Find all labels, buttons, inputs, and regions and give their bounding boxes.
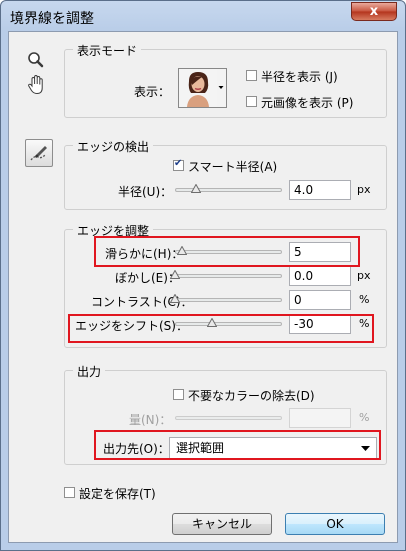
- window-title: 境界線を調整: [10, 11, 94, 27]
- view-mode-group: 表示モード 表示： 半径を表示 (J) 元画像を表示 (P): [64, 42, 387, 118]
- remember-settings-label[interactable]: 設定を保存(T): [79, 485, 156, 502]
- hand-tool-icon[interactable]: [26, 74, 48, 96]
- amount-label: 量(N)：: [129, 413, 172, 427]
- view-mode-title: 表示モード: [73, 42, 142, 59]
- feather-value-field[interactable]: 0.0: [289, 266, 351, 286]
- amount-unit: %: [359, 411, 370, 424]
- ok-button[interactable]: OK: [285, 513, 385, 535]
- display-label: 表示：: [134, 85, 171, 99]
- decontaminate-label[interactable]: 不要なカラーの除去(D): [188, 387, 315, 404]
- zoom-tool-icon[interactable]: [26, 51, 46, 69]
- amount-value-field: [289, 408, 351, 428]
- show-original-checkbox[interactable]: [246, 96, 257, 107]
- output-title: 出力: [73, 363, 106, 380]
- show-radius-label[interactable]: 半径を表示 (J): [261, 68, 338, 85]
- close-button[interactable]: x: [351, 2, 397, 21]
- view-mode-dropdown[interactable]: [217, 68, 227, 108]
- dialog-body: 表示モード 表示： 半径を表示 (J) 元画像を表示 (P) エッジの検出 ✔ …: [8, 31, 398, 543]
- amount-slider: [175, 416, 282, 420]
- radius-label: 半径(U)：: [118, 185, 173, 199]
- feather-slider[interactable]: [175, 274, 282, 278]
- view-preview-thumbnail[interactable]: [178, 68, 218, 108]
- radius-unit: px: [357, 183, 371, 196]
- contrast-value-field[interactable]: 0: [289, 290, 351, 310]
- contrast-unit: %: [359, 293, 370, 306]
- title-bar[interactable]: 境界線を調整 x: [1, 1, 405, 31]
- output-to-highlight: [94, 430, 381, 460]
- show-original-label[interactable]: 元画像を表示 (P): [261, 94, 353, 111]
- contrast-slider[interactable]: [175, 298, 282, 302]
- feather-unit: px: [357, 269, 371, 282]
- cancel-button[interactable]: キャンセル: [172, 513, 272, 535]
- close-icon: x: [369, 4, 379, 19]
- refine-radius-tool-icon[interactable]: [25, 139, 53, 167]
- smart-radius-checkbox[interactable]: [173, 158, 184, 171]
- shift-edge-highlight: [68, 314, 374, 343]
- show-radius-checkbox[interactable]: [246, 70, 257, 81]
- radius-value-field[interactable]: 4.0: [289, 180, 351, 200]
- decontaminate-checkbox[interactable]: [173, 389, 184, 400]
- refine-edge-dialog: 境界線を調整 x 表示モード 表示： 半径を表示 (J) 元画像を表示 (P) …: [0, 0, 406, 551]
- smooth-highlight: [94, 236, 360, 267]
- feather-slider-thumb[interactable]: [170, 270, 180, 279]
- contrast-slider-thumb[interactable]: [170, 294, 180, 303]
- smart-radius-label[interactable]: スマート半径(A): [188, 158, 277, 175]
- edge-detection-group: エッジの検出 スマート半径(A) 半径(U)： 4.0 px: [64, 138, 387, 210]
- radius-slider-thumb[interactable]: [191, 184, 201, 193]
- remember-settings-checkbox[interactable]: [64, 487, 75, 498]
- edge-detection-title: エッジの検出: [73, 138, 154, 155]
